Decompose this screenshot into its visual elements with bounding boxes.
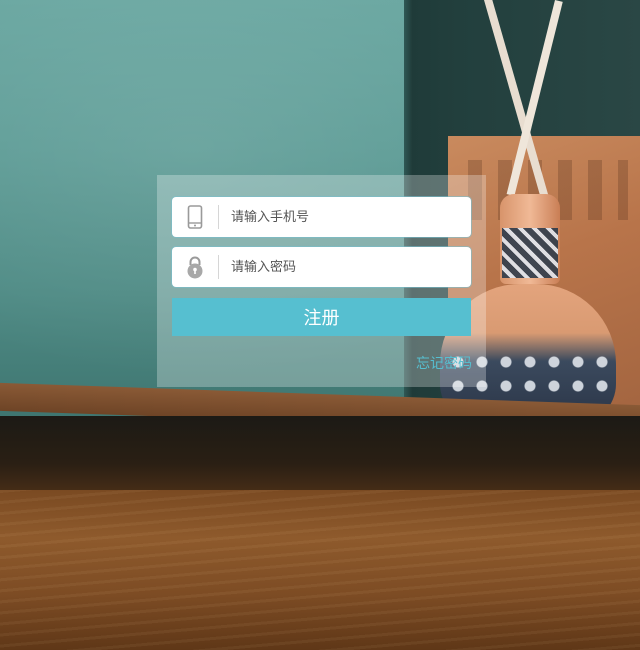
password-field [172,247,471,287]
vase-band [502,228,558,278]
lock-icon [172,247,218,287]
phone-input[interactable] [229,197,471,237]
shelf-shadow [0,416,640,496]
phone-icon [172,197,218,237]
phone-field [172,197,471,237]
background-photo: 注册 忘记密码 [0,0,640,650]
field-divider [218,255,219,279]
login-panel: 注册 忘记密码 [157,175,486,387]
wood-grain [0,490,640,650]
password-input[interactable] [229,247,471,287]
forgot-password-link[interactable]: 忘记密码 [416,353,472,373]
field-divider [218,205,219,229]
register-button[interactable]: 注册 [172,298,471,336]
